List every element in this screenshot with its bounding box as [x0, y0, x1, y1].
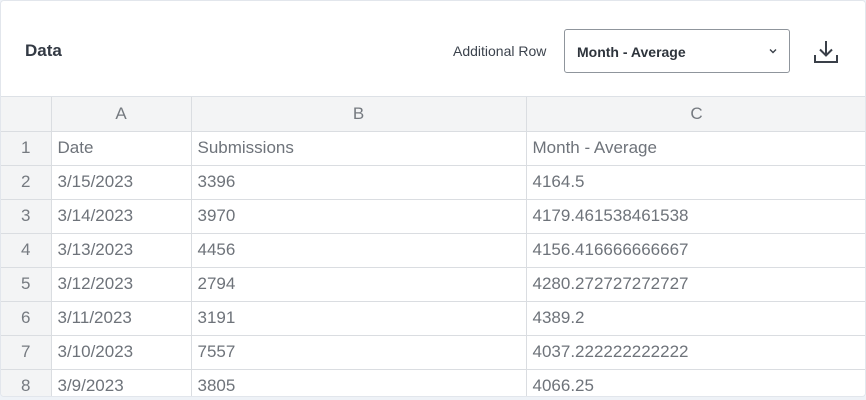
data-panel: Data Additional Row Month - Average A B … [0, 0, 866, 397]
table-row: 3 3/14/2023 3970 4179.461538461538 [1, 198, 865, 234]
table-cell[interactable]: 4389.2 [525, 300, 865, 336]
table-cell[interactable]: 4280.272727272727 [525, 266, 865, 302]
additional-row-select[interactable]: Month - Average [564, 29, 790, 73]
table-cell[interactable]: 7557 [190, 334, 527, 370]
table-cell[interactable]: 2794 [190, 266, 527, 302]
table-cell[interactable]: 3396 [190, 164, 527, 200]
table-cell[interactable]: Date [50, 131, 192, 166]
table-cell[interactable]: 4179.461538461538 [525, 198, 865, 234]
column-header-c[interactable]: C [525, 97, 865, 132]
table-row: 4 3/13/2023 4456 4156.416666666667 [1, 232, 865, 268]
table-cell[interactable]: 3/15/2023 [50, 164, 192, 200]
panel-title: Data [25, 41, 62, 60]
panel-header: Data Additional Row Month - Average [1, 1, 865, 97]
table-cell[interactable]: 4456 [190, 232, 527, 268]
grid-corner [1, 97, 52, 132]
table-cell[interactable]: Month - Average [525, 131, 865, 166]
row-number[interactable]: 4 [1, 232, 52, 268]
table-cell[interactable]: 3/14/2023 [50, 198, 192, 234]
additional-row-select-value: Month - Average [577, 44, 686, 60]
row-number[interactable]: 7 [1, 334, 52, 370]
table-row: 5 3/12/2023 2794 4280.272727272727 [1, 266, 865, 302]
table-row: 2 3/15/2023 3396 4164.5 [1, 164, 865, 200]
table-cell[interactable]: 3805 [190, 368, 527, 396]
table-cell[interactable]: 3/12/2023 [50, 266, 192, 302]
row-number[interactable]: 2 [1, 164, 52, 200]
row-number[interactable]: 1 [1, 131, 52, 166]
table-cell[interactable]: 3/13/2023 [50, 232, 192, 268]
row-number[interactable]: 5 [1, 266, 52, 302]
table-row: 8 3/9/2023 3805 4066.25 [1, 368, 865, 396]
row-number[interactable]: 6 [1, 300, 52, 336]
additional-row-label: Additional Row [453, 43, 547, 59]
spreadsheet-grid: A B C 1 Date Submissions Month - Average 2 3/… [1, 97, 865, 396]
table-cell[interactable]: 4066.25 [525, 368, 865, 396]
table-row: 7 3/10/2023 7557 4037.222222222222 [1, 334, 865, 370]
table-row: 1 Date Submissions Month - Average [1, 131, 865, 166]
table-cell[interactable]: 3/10/2023 [50, 334, 192, 370]
table-cell[interactable]: 3970 [190, 198, 527, 234]
table-cell[interactable]: 3/9/2023 [50, 368, 192, 396]
download-icon[interactable] [812, 38, 840, 66]
table-cell[interactable]: 3191 [190, 300, 527, 336]
column-header-b[interactable]: B [190, 97, 527, 132]
chevron-down-icon [769, 49, 777, 54]
column-header-row: A B C [1, 97, 865, 132]
table-cell[interactable]: 3/11/2023 [50, 300, 192, 336]
row-number[interactable]: 8 [1, 368, 52, 396]
row-number[interactable]: 3 [1, 198, 52, 234]
table-cell[interactable]: 4156.416666666667 [525, 232, 865, 268]
table-row: 6 3/11/2023 3191 4389.2 [1, 300, 865, 336]
table-cell[interactable]: 4037.222222222222 [525, 334, 865, 370]
column-header-a[interactable]: A [50, 97, 192, 132]
table-cell[interactable]: Submissions [190, 131, 527, 166]
table-cell[interactable]: 4164.5 [525, 164, 865, 200]
